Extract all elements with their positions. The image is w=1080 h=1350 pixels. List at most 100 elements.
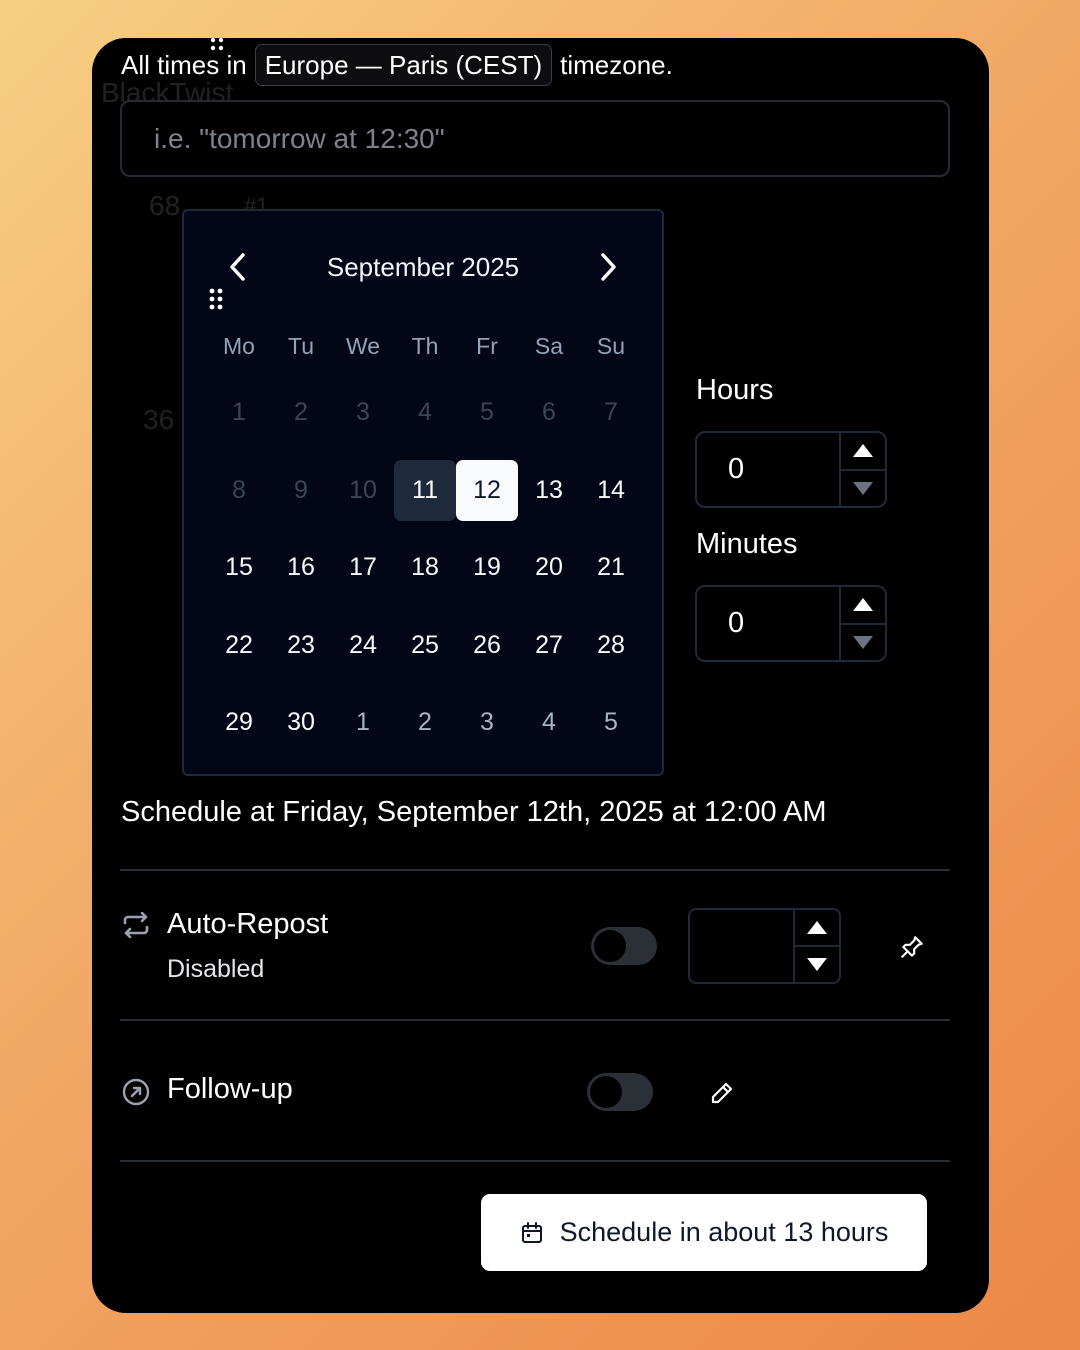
calendar-day-label: 25 [411, 630, 439, 659]
calendar-day: 6 [518, 374, 580, 452]
hours-label: Hours [696, 374, 774, 406]
calendar-days-grid: 1 2 3 4 5 6 7 8 9 10 11 12 13 14 15 16 17 18 19 20 21 22 23 24 2… [208, 374, 642, 762]
calendar-day-label: 20 [535, 553, 563, 582]
calendar: September 2025 Mo Tu We Th Fr Sa Su 1234567891… [182, 209, 664, 776]
toggle-knob [590, 1076, 622, 1108]
auto-repost-toggle[interactable] [591, 927, 657, 965]
calendar-day[interactable]: 28 [580, 607, 642, 685]
calendar-day-label: 3 [356, 398, 370, 427]
hours-stepper[interactable]: 0 [695, 431, 887, 508]
weekday-label: Fr [476, 333, 498, 359]
hours-decrement-button[interactable] [841, 471, 885, 507]
edit-follow-up-button[interactable] [706, 1077, 738, 1109]
toggle-knob [594, 930, 626, 962]
calendar-day: 2 [270, 374, 332, 452]
repeat-icon [122, 911, 150, 943]
schedule-button[interactable]: Schedule in about 13 hours [481, 1194, 927, 1271]
follow-up-title: Follow-up [167, 1073, 293, 1105]
calendar-day[interactable]: 17 [332, 529, 394, 607]
calendar-day-label: 4 [542, 708, 556, 737]
calendar-day-label: 14 [597, 475, 625, 504]
background-count-b: 36 [143, 404, 175, 435]
weekday-label: Mo [223, 333, 255, 359]
calendar-day[interactable]: 5 [580, 684, 642, 762]
calendar-day-label: 27 [535, 630, 563, 659]
calendar-day[interactable]: 2 [394, 684, 456, 762]
calendar-day[interactable]: 19 [456, 529, 518, 607]
calendar-day-label: 10 [349, 475, 377, 504]
triangle-up-icon [807, 921, 827, 934]
calendar-day-selected[interactable]: 12 [456, 452, 518, 530]
auto-repost-title: Auto-Repost [167, 908, 329, 940]
calendar-day-label: 26 [473, 630, 501, 659]
triangle-down-icon [807, 958, 827, 971]
chevron-left-icon [230, 253, 245, 281]
calendar-day-today[interactable]: 11 [394, 452, 456, 530]
arrow-up-right-circle-icon [122, 1078, 150, 1111]
minutes-stepper[interactable]: 0 [695, 585, 887, 662]
weekday-label: We [345, 333, 381, 359]
calendar-day[interactable]: 25 [394, 607, 456, 685]
triangle-down-icon [853, 635, 873, 649]
calendar-day-label: 15 [225, 553, 253, 582]
timezone-select[interactable]: Europe — Paris (CEST) [254, 44, 553, 86]
repost-count-value[interactable] [690, 910, 793, 982]
auto-repost-status: Disabled [167, 955, 265, 983]
hours-increment-button[interactable] [841, 433, 885, 471]
repost-increment-button[interactable] [795, 910, 839, 947]
calendar-day: 9 [270, 452, 332, 530]
hours-value[interactable]: 0 [697, 433, 839, 506]
calendar-day[interactable]: 29 [208, 684, 270, 762]
calendar-day[interactable]: 21 [580, 529, 642, 607]
calendar-drag-handle-icon[interactable] [208, 287, 224, 316]
calendar-day[interactable]: 24 [332, 607, 394, 685]
calendar-day-label: 5 [480, 398, 494, 427]
calendar-day[interactable]: 16 [270, 529, 332, 607]
calendar-day[interactable]: 15 [208, 529, 270, 607]
calendar-day[interactable]: 4 [518, 684, 580, 762]
calendar-day[interactable]: 22 [208, 607, 270, 685]
calendar-day[interactable]: 26 [456, 607, 518, 685]
calendar-day[interactable]: 14 [580, 452, 642, 530]
weekday-label: Sa [534, 333, 564, 359]
calendar-day: 1 [208, 374, 270, 452]
timezone-suffix: timezone. [560, 49, 673, 80]
calendar-day[interactable]: 13 [518, 452, 580, 530]
calendar-day-label: 17 [349, 553, 377, 582]
pin-button[interactable] [896, 931, 928, 963]
calendar-day[interactable]: 18 [394, 529, 456, 607]
calendar-day-label: 2 [418, 708, 432, 737]
calendar-day-label: 4 [418, 398, 432, 427]
calendar-day-label: 16 [287, 553, 315, 582]
calendar-day-label: 30 [287, 708, 315, 737]
minutes-label: Minutes [696, 528, 798, 560]
calendar-day-label: 5 [604, 708, 618, 737]
calendar-day-label: 29 [225, 708, 253, 737]
calendar-day-label: 28 [597, 630, 625, 659]
calendar-day[interactable]: 23 [270, 607, 332, 685]
calendar-day[interactable]: 30 [270, 684, 332, 762]
repost-decrement-button[interactable] [795, 947, 839, 982]
calendar-day-label: 12 [473, 475, 501, 504]
repost-count-stepper[interactable] [688, 908, 841, 984]
natural-date-input[interactable] [120, 100, 950, 177]
weekday-label: Su [596, 333, 626, 359]
minutes-increment-button[interactable] [841, 587, 885, 625]
schedule-button-label: Schedule in about 13 hours [559, 1217, 889, 1247]
triangle-up-icon [853, 598, 873, 612]
follow-up-toggle[interactable] [587, 1073, 653, 1111]
triangle-down-icon [853, 481, 873, 495]
next-month-button[interactable] [588, 247, 628, 287]
calendar-day-label: 11 [412, 475, 438, 504]
calendar-day[interactable]: 27 [518, 607, 580, 685]
calendar-day[interactable]: 3 [456, 684, 518, 762]
calendar-day-label: 6 [542, 398, 556, 427]
prev-month-button[interactable] [218, 247, 258, 287]
minutes-value[interactable]: 0 [697, 587, 839, 660]
calendar-day[interactable]: 1 [332, 684, 394, 762]
minutes-decrement-button[interactable] [841, 625, 885, 661]
calendar-day-label: 1 [232, 398, 246, 427]
timezone-line: All times in Europe — Paris (CEST) timez… [121, 44, 673, 86]
calendar-weekdays: Mo Tu We Th Fr Sa Su [208, 331, 642, 361]
calendar-day[interactable]: 20 [518, 529, 580, 607]
